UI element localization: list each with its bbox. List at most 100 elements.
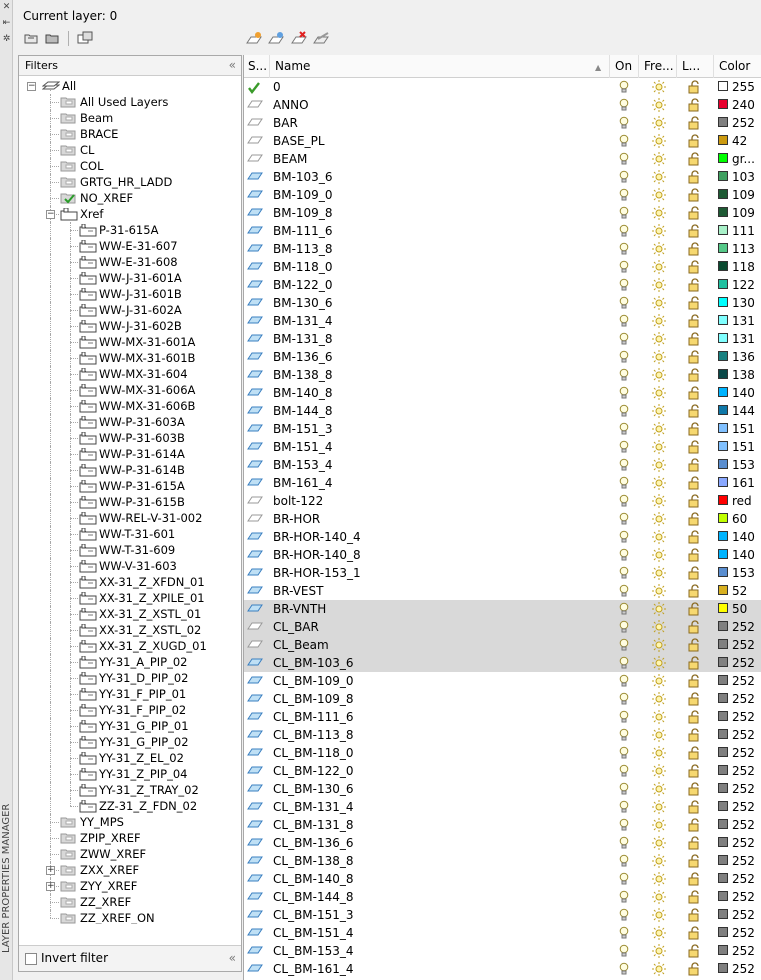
lightbulb-on-icon[interactable]: [619, 548, 629, 562]
unlocked-padlock-icon[interactable]: [688, 728, 702, 742]
layer-name[interactable]: BM-138_8: [273, 366, 607, 384]
sun-thawed-icon[interactable]: [652, 908, 666, 922]
unlocked-padlock-icon[interactable]: [688, 782, 702, 796]
sun-thawed-icon[interactable]: [652, 764, 666, 778]
filter-tree-item[interactable]: YY-31_G_PIP_01: [19, 718, 241, 734]
layer-row[interactable]: BM-118_0 118: [244, 258, 761, 276]
layer-row[interactable]: BM-109_8 109: [244, 204, 761, 222]
filter-tree-item[interactable]: ZZ-31_Z_FDN_02: [19, 798, 241, 814]
sun-thawed-icon[interactable]: [652, 134, 666, 148]
lightbulb-on-icon[interactable]: [619, 350, 629, 364]
lightbulb-on-icon[interactable]: [619, 332, 629, 346]
sun-thawed-icon[interactable]: [652, 800, 666, 814]
lightbulb-on-icon[interactable]: [619, 512, 629, 526]
lightbulb-on-icon[interactable]: [619, 530, 629, 544]
filter-tree-item[interactable]: + ZYY_XREF: [19, 878, 241, 894]
layer-name[interactable]: BM-161_4: [273, 474, 607, 492]
sun-thawed-icon[interactable]: [652, 566, 666, 580]
layer-color-cell[interactable]: 252: [714, 726, 761, 744]
lightbulb-on-icon[interactable]: [619, 80, 629, 94]
unlocked-padlock-icon[interactable]: [688, 188, 702, 202]
collapse-chevron-icon[interactable]: «: [229, 951, 236, 965]
unlocked-padlock-icon[interactable]: [688, 80, 702, 94]
filter-tree-item[interactable]: COL: [19, 158, 241, 174]
layer-row[interactable]: CL_BM-130_6 252: [244, 780, 761, 798]
layer-row[interactable]: BM-138_8 138: [244, 366, 761, 384]
layer-row[interactable]: CL_BM-151_4 252: [244, 924, 761, 942]
lightbulb-on-icon[interactable]: [619, 242, 629, 256]
filter-tree-item[interactable]: WW-T-31-609: [19, 542, 241, 558]
unlocked-padlock-icon[interactable]: [688, 332, 702, 346]
layer-color-cell[interactable]: 138: [714, 366, 761, 384]
filter-tree-item[interactable]: WW-J-31-602A: [19, 302, 241, 318]
layer-row[interactable]: CL_BM-151_3 252: [244, 906, 761, 924]
unlocked-padlock-icon[interactable]: [688, 566, 702, 580]
filter-tree-item[interactable]: WW-P-31-615B: [19, 494, 241, 510]
layer-color-cell[interactable]: 252: [714, 960, 761, 978]
unlocked-padlock-icon[interactable]: [688, 134, 702, 148]
lightbulb-on-icon[interactable]: [619, 944, 629, 958]
layer-name[interactable]: CL_BM-122_0: [273, 762, 607, 780]
sun-thawed-icon[interactable]: [652, 584, 666, 598]
layer-row[interactable]: BM-103_6 103: [244, 168, 761, 186]
sun-thawed-icon[interactable]: [652, 98, 666, 112]
lightbulb-on-icon[interactable]: [619, 926, 629, 940]
layer-name[interactable]: BM-130_6: [273, 294, 607, 312]
filter-tree-item[interactable]: WW-J-31-601B: [19, 286, 241, 302]
sun-thawed-icon[interactable]: [652, 620, 666, 634]
lightbulb-on-icon[interactable]: [619, 476, 629, 490]
lightbulb-on-icon[interactable]: [619, 260, 629, 274]
layer-color-cell[interactable]: 109: [714, 204, 761, 222]
filter-tree-item[interactable]: ZZ_XREF: [19, 894, 241, 910]
layer-color-cell[interactable]: 153: [714, 564, 761, 582]
layer-color-cell[interactable]: 103: [714, 168, 761, 186]
layer-row[interactable]: BM-131_8 131: [244, 330, 761, 348]
filter-tree-item[interactable]: CL: [19, 142, 241, 158]
lightbulb-on-icon[interactable]: [619, 620, 629, 634]
layer-name[interactable]: BM-144_8: [273, 402, 607, 420]
filter-tree-item[interactable]: WW-V-31-603: [19, 558, 241, 574]
unlocked-padlock-icon[interactable]: [688, 836, 702, 850]
sun-thawed-icon[interactable]: [652, 314, 666, 328]
layer-name[interactable]: BM-131_4: [273, 312, 607, 330]
layer-color-cell[interactable]: 118: [714, 258, 761, 276]
filter-tree-item[interactable]: Beam: [19, 110, 241, 126]
layer-name[interactable]: CL_BM-136_6: [273, 834, 607, 852]
unlocked-padlock-icon[interactable]: [688, 962, 702, 976]
layer-color-cell[interactable]: 42: [714, 132, 761, 150]
unlocked-padlock-icon[interactable]: [688, 710, 702, 724]
layer-color-cell[interactable]: 252: [714, 690, 761, 708]
layer-name[interactable]: BM-153_4: [273, 456, 607, 474]
unlocked-padlock-icon[interactable]: [688, 368, 702, 382]
layer-name[interactable]: BR-HOR: [273, 510, 607, 528]
layer-name[interactable]: BR-VNTH: [273, 600, 607, 618]
lightbulb-on-icon[interactable]: [619, 908, 629, 922]
layer-name[interactable]: 0: [273, 78, 607, 96]
layer-color-cell[interactable]: 252: [714, 942, 761, 960]
layer-row[interactable]: CL_Beam 252: [244, 636, 761, 654]
filter-tree-item[interactable]: ZPIP_XREF: [19, 830, 241, 846]
unlocked-padlock-icon[interactable]: [688, 692, 702, 706]
lightbulb-on-icon[interactable]: [619, 98, 629, 112]
sun-thawed-icon[interactable]: [652, 818, 666, 832]
new-group-filter-icon[interactable]: [44, 30, 60, 46]
layer-name[interactable]: CL_BM-131_4: [273, 798, 607, 816]
filter-tree-item[interactable]: NO_XREF: [19, 190, 241, 206]
layer-color-cell[interactable]: 240: [714, 96, 761, 114]
layer-name[interactable]: BM-103_6: [273, 168, 607, 186]
layer-row[interactable]: CL_BM-153_4 252: [244, 942, 761, 960]
sun-thawed-icon[interactable]: [652, 242, 666, 256]
layer-name[interactable]: BM-113_8: [273, 240, 607, 258]
filter-tree-item[interactable]: WW-P-31-603B: [19, 430, 241, 446]
layer-row[interactable]: BM-122_0 122: [244, 276, 761, 294]
new-property-filter-icon[interactable]: [23, 30, 39, 46]
layer-row[interactable]: BR-VNTH 50: [244, 600, 761, 618]
sun-thawed-icon[interactable]: [652, 404, 666, 418]
layer-color-cell[interactable]: 153: [714, 456, 761, 474]
sun-thawed-icon[interactable]: [652, 674, 666, 688]
layer-row[interactable]: BM-111_6 111: [244, 222, 761, 240]
lightbulb-on-icon[interactable]: [619, 674, 629, 688]
layer-color-cell[interactable]: 140: [714, 384, 761, 402]
layer-color-cell[interactable]: 252: [714, 672, 761, 690]
sun-thawed-icon[interactable]: [652, 656, 666, 670]
